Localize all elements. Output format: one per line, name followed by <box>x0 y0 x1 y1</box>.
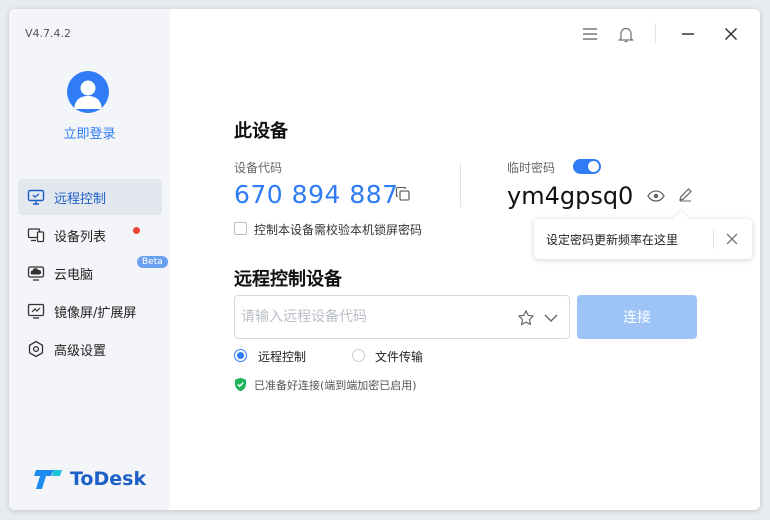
remote-code-field <box>234 295 570 339</box>
menu-icon <box>583 28 597 40</box>
app-window: V4.7.4.2 立即登录 远程控制 设备列表 云电脑 Beta 镜像屏/扩展屏… <box>9 9 760 510</box>
temp-password-value: ym4gpsq0 <box>507 182 634 210</box>
section-divider <box>460 163 461 207</box>
todesk-logo-icon <box>34 470 62 489</box>
avatar[interactable] <box>67 71 109 113</box>
sidebar-item-label: 远程控制 <box>54 191 107 207</box>
toggle-knob <box>588 161 599 172</box>
favorite-button[interactable] <box>517 309 535 327</box>
password-tooltip: 设定密码更新频率在这里 <box>534 210 752 259</box>
bell-icon <box>618 27 634 42</box>
device-section-title: 此设备 <box>234 121 288 142</box>
settings-hex-icon <box>26 339 46 359</box>
device-code: 670 894 887 <box>234 180 399 209</box>
sidebar-item-label: 云电脑 <box>54 267 94 283</box>
user-icon <box>74 80 102 109</box>
radio-remote-control-label[interactable]: 远程控制 <box>258 348 306 365</box>
remote-code-input[interactable] <box>241 306 501 328</box>
tooltip-divider <box>713 229 714 249</box>
lockscreen-checkbox[interactable] <box>234 222 247 235</box>
lockscreen-checkbox-label: 控制本设备需校验本机锁屏密码 <box>254 223 423 237</box>
login-link[interactable]: 立即登录 <box>9 123 170 142</box>
tooltip-arrow <box>672 210 690 228</box>
sidebar-item-label: 镜像屏/扩展屏 <box>54 305 137 321</box>
copy-icon <box>395 186 410 201</box>
tooltip-text: 设定密码更新频率在这里 <box>546 233 679 247</box>
close-button[interactable] <box>720 23 742 45</box>
notifications-button[interactable] <box>615 23 637 45</box>
sidebar-item-mirror-screen[interactable]: 镜像屏/扩展屏 <box>18 293 162 329</box>
edit-password-button[interactable] <box>678 187 694 203</box>
show-password-button[interactable] <box>647 188 665 204</box>
device-code-label: 设备代码 <box>234 161 283 175</box>
sidebar-nav: 远程控制 设备列表 云电脑 Beta 镜像屏/扩展屏 高级设置 <box>18 179 168 369</box>
sidebar-item-advanced-settings[interactable]: 高级设置 <box>18 331 162 367</box>
close-icon <box>726 233 738 245</box>
close-icon <box>724 27 738 41</box>
pencil-icon <box>679 188 692 202</box>
eye-icon <box>647 190 665 202</box>
minimize-button[interactable] <box>677 23 699 45</box>
brand-name: ToDesk <box>70 468 147 490</box>
sidebar-item-cloud-pc[interactable]: 云电脑 Beta <box>18 255 168 291</box>
remote-section-title: 远程控制设备 <box>234 269 342 290</box>
monitor-remote-icon <box>26 187 46 207</box>
beta-badge: Beta <box>137 256 168 268</box>
connection-status: 已准备好连接(端到端加密已启用) <box>254 379 417 392</box>
copy-button[interactable] <box>395 186 413 204</box>
radio-file-transfer-label[interactable]: 文件传输 <box>375 348 423 365</box>
chevron-down-icon <box>544 314 558 322</box>
menu-button[interactable] <box>579 23 601 45</box>
brand-logo: ToDesk <box>34 467 146 491</box>
sidebar: V4.7.4.2 立即登录 远程控制 设备列表 云电脑 Beta 镜像屏/扩展屏… <box>9 9 170 510</box>
sidebar-item-label: 高级设置 <box>54 343 107 359</box>
cloud-pc-icon <box>26 263 46 283</box>
history-dropdown-button[interactable] <box>543 310 559 326</box>
temp-password-toggle[interactable] <box>573 159 601 174</box>
temp-password-label: 临时密码 <box>507 161 556 175</box>
mirror-screen-icon <box>26 301 46 321</box>
devices-icon <box>26 225 46 245</box>
topbar-divider <box>655 23 656 43</box>
connect-button[interactable]: 连接 <box>577 295 697 339</box>
sidebar-item-remote-control[interactable]: 远程控制 <box>18 179 162 215</box>
star-icon <box>518 310 534 326</box>
tooltip-close-button[interactable] <box>722 229 742 249</box>
version-label: V4.7.4.2 <box>25 27 72 40</box>
radio-remote-control[interactable] <box>234 349 247 362</box>
minimize-icon <box>682 33 694 35</box>
sidebar-item-label: 设备列表 <box>54 229 107 245</box>
notification-dot <box>133 227 140 234</box>
radio-file-transfer[interactable] <box>352 349 365 362</box>
shield-check-icon <box>234 377 248 392</box>
sidebar-item-device-list[interactable]: 设备列表 <box>18 217 162 253</box>
